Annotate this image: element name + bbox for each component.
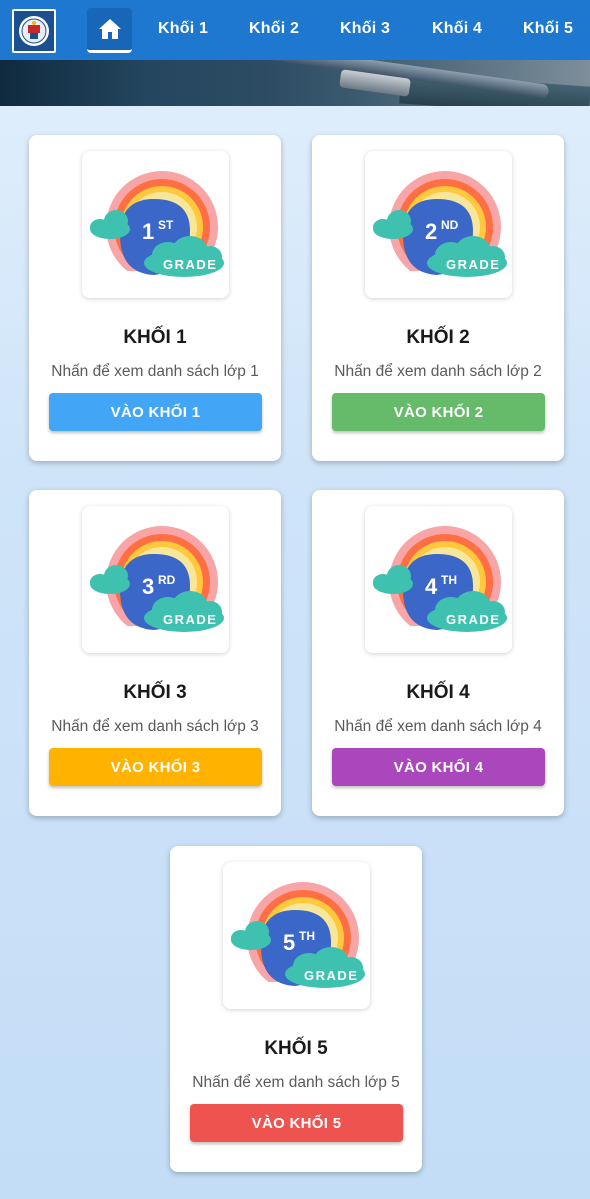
nav-item-khoi-2[interactable]: Khối 2 — [249, 20, 299, 38]
school-logo-icon — [14, 11, 54, 51]
rainbow-grade-icon: 3 RD GRADE — [82, 526, 229, 653]
enter-grade-2-button[interactable]: VÀO KHỐI 2 — [332, 393, 545, 431]
svg-text:ST: ST — [158, 218, 174, 232]
grade-card-2[interactable]: 2 ND GRADE KHỐI 2 Nhấn để xem danh sách … — [312, 135, 564, 461]
grade-description: Nhấn để xem danh sách lớp 1 — [51, 363, 259, 380]
grade-badge-image: 3 RD GRADE — [82, 506, 229, 653]
svg-text:ND: ND — [441, 218, 459, 232]
svg-text:GRADE: GRADE — [446, 612, 500, 627]
grade-description: Nhấn để xem danh sách lớp 2 — [334, 363, 542, 380]
grade-card-4[interactable]: 4 TH GRADE KHỐI 4 Nhấn để xem danh sách … — [312, 490, 564, 816]
svg-text:TH: TH — [299, 929, 315, 943]
svg-text:2: 2 — [425, 219, 437, 244]
header-banner-image — [0, 60, 590, 106]
svg-text:TH: TH — [441, 573, 457, 587]
svg-text:4: 4 — [425, 574, 438, 599]
home-button[interactable] — [87, 8, 132, 53]
svg-text:RD: RD — [158, 573, 176, 587]
enter-grade-1-button[interactable]: VÀO KHỐI 1 — [49, 393, 262, 431]
grade-card-5[interactable]: 5 TH GRADE KHỐI 5 Nhấn để xem danh sách … — [170, 846, 422, 1172]
nav-item-khoi-5[interactable]: Khối 5 — [523, 20, 573, 38]
enter-grade-4-button[interactable]: VÀO KHỐI 4 — [332, 748, 545, 786]
grade-title: KHỐI 1 — [123, 327, 187, 348]
rainbow-grade-icon: 2 ND GRADE — [365, 171, 512, 298]
grade-title: KHỐI 4 — [406, 682, 470, 703]
grade-description: Nhấn để xem danh sách lớp 5 — [192, 1074, 400, 1091]
nav-item-khoi-4[interactable]: Khối 4 — [432, 20, 482, 38]
svg-text:1: 1 — [142, 219, 154, 244]
rainbow-grade-icon: 5 TH GRADE — [223, 882, 370, 1009]
svg-text:3: 3 — [142, 574, 154, 599]
grade-badge-image: 4 TH GRADE — [365, 506, 512, 653]
grade-description: Nhấn để xem danh sách lớp 4 — [334, 718, 542, 735]
grade-badge-image: 5 TH GRADE — [223, 862, 370, 1009]
grade-card-1[interactable]: 1 ST GRADE KHỐI 1 Nhấn để xem danh sách … — [29, 135, 281, 461]
enter-grade-5-button[interactable]: VÀO KHỐI 5 — [190, 1104, 403, 1142]
nav-item-khoi-1[interactable]: Khối 1 — [158, 20, 208, 38]
grade-badge-image: 2 ND GRADE — [365, 151, 512, 298]
rainbow-grade-icon: 1 ST GRADE — [82, 171, 229, 298]
rainbow-grade-icon: 4 TH GRADE — [365, 526, 512, 653]
svg-text:GRADE: GRADE — [304, 968, 358, 983]
top-navbar: Khối 1 Khối 2 Khối 3 Khối 4 Khối 5 — [0, 0, 590, 60]
svg-text:5: 5 — [283, 930, 295, 955]
enter-grade-3-button[interactable]: VÀO KHỐI 3 — [49, 748, 262, 786]
svg-text:GRADE: GRADE — [446, 257, 500, 272]
nav-item-khoi-3[interactable]: Khối 3 — [340, 20, 390, 38]
grade-title: KHỐI 5 — [264, 1038, 328, 1059]
grade-description: Nhấn để xem danh sách lớp 3 — [51, 718, 259, 735]
home-icon — [98, 19, 121, 39]
grade-card-3[interactable]: 3 RD GRADE KHỐI 3 Nhấn để xem danh sách … — [29, 490, 281, 816]
school-logo[interactable] — [12, 9, 56, 53]
svg-text:GRADE: GRADE — [163, 612, 217, 627]
grade-title: KHỐI 3 — [123, 682, 187, 703]
grade-badge-image: 1 ST GRADE — [82, 151, 229, 298]
grade-title: KHỐI 2 — [406, 327, 470, 348]
svg-text:GRADE: GRADE — [163, 257, 217, 272]
